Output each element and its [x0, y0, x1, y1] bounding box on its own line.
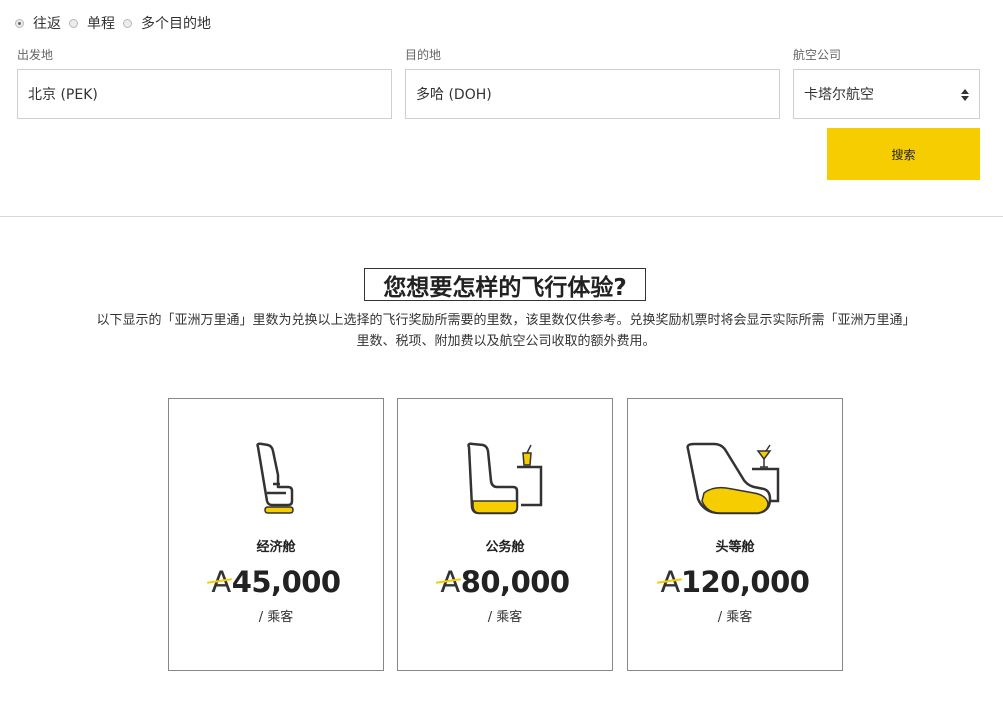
per-passenger: / 乘客	[258, 610, 294, 625]
trip-type-one-way[interactable]: 单程	[69, 13, 115, 33]
avios-currency-icon: A	[211, 565, 231, 599]
trip-type-label: 单程	[87, 16, 115, 32]
destination-value: 多哈 (DOH)	[416, 87, 492, 103]
radio-icon[interactable]	[15, 18, 24, 28]
first-class-seat-icon	[628, 441, 842, 517]
airline-label: 航空公司	[793, 48, 842, 62]
cabin-price: A80,000	[398, 565, 612, 599]
per-passenger: / 乘客	[487, 610, 523, 625]
cabin-card-economy[interactable]: 经济舱 A45,000 / 乘客	[168, 398, 384, 671]
origin-field[interactable]: 北京 (PEK)	[17, 69, 392, 119]
avios-currency-icon: A	[660, 565, 681, 599]
price-value: 120,000	[680, 565, 810, 599]
airline-select[interactable]: 卡塔尔航空	[793, 69, 980, 119]
price-value: 45,000	[231, 565, 341, 599]
trip-type-label: 往返	[33, 16, 61, 32]
trip-type-round-trip[interactable]: 往返	[15, 13, 61, 33]
cabin-name: 经济舱	[256, 540, 296, 555]
origin-label: 出发地	[17, 48, 54, 62]
trip-type-multi-city[interactable]: 多个目的地	[123, 13, 211, 33]
airline-value: 卡塔尔航空	[804, 87, 874, 103]
cabin-name: 头等舱	[715, 540, 755, 555]
section-description: 以下显示的「亚洲万里通」里数为兑换以上选择的飞行奖励所需要的里数，该里数仅供参考…	[96, 313, 916, 349]
select-arrows-icon	[961, 89, 969, 101]
trip-type-label: 多个目的地	[141, 16, 211, 32]
cabin-card-business[interactable]: 公务舱 A80,000 / 乘客	[397, 398, 613, 671]
divider	[0, 216, 1003, 217]
origin-value: 北京 (PEK)	[28, 87, 98, 103]
destination-label: 目的地	[405, 48, 442, 62]
business-seat-icon	[398, 441, 612, 517]
avios-currency-icon: A	[440, 565, 460, 599]
price-value: 80,000	[460, 565, 570, 599]
section-title: 您想要怎样的飞行体验?	[364, 268, 646, 301]
destination-field[interactable]: 多哈 (DOH)	[405, 69, 780, 119]
per-passenger: / 乘客	[717, 610, 753, 625]
radio-icon[interactable]	[69, 18, 78, 28]
cabin-name: 公务舱	[485, 540, 525, 555]
cabin-price: A45,000	[169, 565, 383, 599]
trip-type-group: 往返 单程 多个目的地	[15, 13, 219, 33]
search-button[interactable]: 搜索	[827, 128, 980, 180]
radio-icon[interactable]	[123, 18, 132, 28]
cabin-price: A120,000	[628, 565, 842, 599]
economy-seat-icon	[169, 441, 383, 517]
cabin-card-first[interactable]: 头等舱 A120,000 / 乘客	[627, 398, 843, 671]
